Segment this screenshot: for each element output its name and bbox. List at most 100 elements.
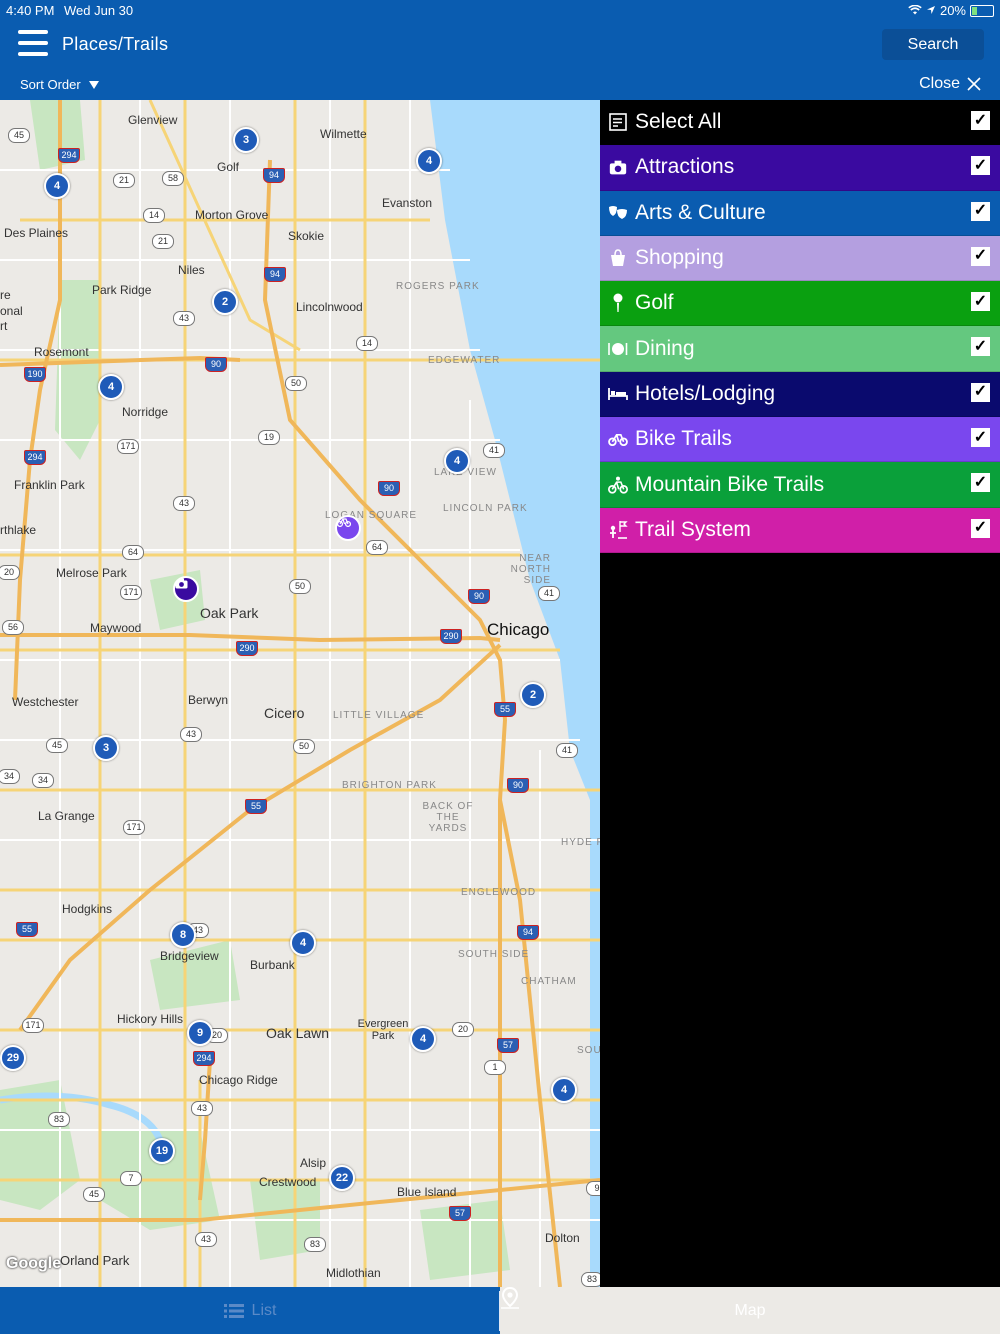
place-label: Golf: [217, 160, 240, 174]
map-cluster[interactable]: 9: [187, 1020, 213, 1046]
filter-bike-trails[interactable]: Bike Trails ✓: [600, 417, 1000, 463]
district-label: NEAR NORTH SIDE: [510, 553, 551, 586]
map-cluster[interactable]: 8: [170, 922, 196, 948]
menu-icon[interactable]: [18, 30, 48, 58]
map-cluster[interactable]: 4: [551, 1077, 577, 1103]
camera-icon: [175, 578, 188, 589]
bike-trail-poi[interactable]: [335, 515, 361, 541]
map-cluster[interactable]: 4: [444, 448, 470, 474]
route-shield: 43: [195, 1232, 217, 1247]
place-label: Oak Park: [200, 605, 259, 621]
route-shield: 64: [366, 540, 388, 555]
filter-checkbox[interactable]: ✓: [971, 201, 990, 221]
route-shield: 64: [122, 545, 144, 560]
close-label: Close: [919, 75, 960, 92]
masks-icon: [608, 205, 628, 221]
filter-label: Bike Trails: [635, 427, 732, 451]
route-shield: 50: [293, 739, 315, 754]
place-label: re: [0, 288, 11, 302]
place-label: Des Plaines: [4, 226, 69, 240]
route-shield: 57: [497, 1038, 519, 1053]
attraction-poi[interactable]: [173, 576, 199, 602]
filter-arts-culture[interactable]: Arts & Culture ✓: [600, 190, 1000, 236]
filter-checkbox[interactable]: ✓: [971, 246, 990, 266]
filter-label: Arts & Culture: [635, 200, 766, 224]
sort-order-label: Sort Order: [20, 77, 81, 92]
filter-checkbox[interactable]: ✓: [971, 473, 990, 493]
plate-icon: [608, 341, 628, 357]
filter-select-all[interactable]: Select All ✓: [600, 100, 1000, 146]
route-shield: 90: [378, 481, 400, 496]
map-cluster[interactable]: 3: [233, 127, 259, 153]
route-shield: 7: [120, 1171, 142, 1186]
status-bar: 4:40 PM Wed Jun 30 20%: [0, 0, 1000, 20]
filter-mountain-bike-trails[interactable]: Mountain Bike Trails ✓: [600, 462, 1000, 508]
status-indicators: 20%: [908, 3, 994, 18]
filter-checkbox[interactable]: ✓: [971, 337, 990, 357]
close-button[interactable]: Close: [919, 75, 982, 93]
map-cluster[interactable]: 3: [93, 735, 119, 761]
map-cluster[interactable]: 4: [290, 930, 316, 956]
route-shield: 290: [440, 629, 462, 644]
filter-checkbox[interactable]: ✓: [971, 156, 990, 176]
filter-label: Trail System: [635, 517, 751, 541]
caret-down-icon: [88, 80, 99, 89]
map-cluster[interactable]: 29: [0, 1045, 26, 1071]
place-label: Westchester: [12, 695, 79, 709]
place-label: Bridgeview: [160, 949, 219, 963]
google-attribution: Google: [6, 1255, 62, 1272]
map-cluster[interactable]: 4: [410, 1026, 436, 1052]
filter-checkbox[interactable]: ✓: [971, 428, 990, 448]
filter-label: Golf: [635, 291, 674, 315]
bottom-tab-bar: List Map: [0, 1287, 1000, 1334]
place-label: Dolton: [545, 1231, 580, 1245]
sort-order-dropdown[interactable]: Sort Order: [20, 77, 99, 92]
map-cluster[interactable]: 2: [212, 289, 238, 315]
filter-golf[interactable]: Golf ✓: [600, 281, 1000, 327]
place-label: Midlothian: [326, 1266, 381, 1280]
district-label: SOUTH SIDE: [458, 949, 530, 960]
district-label: BACK OF THE YARDS: [422, 801, 474, 834]
map-cluster[interactable]: 22: [329, 1165, 355, 1191]
route-shield: 21: [152, 234, 174, 249]
tab-list[interactable]: List: [0, 1287, 500, 1334]
map-cluster[interactable]: 4: [98, 374, 124, 400]
place-label: Melrose Park: [56, 566, 127, 580]
route-shield: 50: [289, 579, 311, 594]
place-label: Hickory Hills: [117, 1012, 183, 1026]
map-cluster[interactable]: 19: [149, 1138, 175, 1164]
place-label: onal: [0, 304, 23, 318]
route-shield: 94: [263, 168, 285, 183]
route-shield: 43: [191, 1101, 213, 1116]
search-button[interactable]: Search: [882, 29, 984, 60]
route-shield: 45: [83, 1187, 105, 1202]
filter-hotels-lodging[interactable]: Hotels/Lodging ✓: [600, 371, 1000, 418]
place-label: Evanston: [382, 196, 433, 210]
filter-checkbox[interactable]: ✓: [971, 292, 990, 312]
filter-checkbox[interactable]: ✓: [971, 518, 990, 538]
route-shield: 9: [586, 1181, 600, 1196]
place-label: Wilmette: [320, 127, 367, 141]
tab-map[interactable]: Map: [500, 1287, 1000, 1334]
map-cluster[interactable]: 2: [520, 682, 546, 708]
filter-checkbox[interactable]: ✓: [971, 111, 990, 130]
route-shield: 294: [58, 148, 80, 163]
filter-attractions[interactable]: Attractions ✓: [600, 145, 1000, 191]
route-shield: 90: [205, 357, 227, 372]
filter-dining[interactable]: Dining ✓: [600, 326, 1000, 372]
place-label-chicago: Chicago: [487, 620, 550, 639]
route-shield: 43: [173, 311, 195, 326]
filter-label: Select All: [635, 110, 722, 134]
map-view[interactable]: Glenview Wilmette Golf Evanston Morton G…: [0, 100, 600, 1287]
route-shield: 171: [120, 585, 142, 600]
filter-checkbox[interactable]: ✓: [971, 382, 990, 402]
place-label: Franklin Park: [14, 478, 85, 492]
trail-sign-icon: [608, 520, 628, 540]
filter-shopping[interactable]: Shopping ✓: [600, 235, 1000, 282]
district-label: CHATHAM: [521, 976, 577, 987]
place-label: Maywood: [90, 621, 142, 635]
map-cluster[interactable]: 4: [416, 148, 442, 174]
map-cluster[interactable]: 4: [44, 173, 70, 199]
route-shield: 55: [245, 799, 267, 814]
filter-trail-system[interactable]: Trail System ✓: [600, 507, 1000, 553]
